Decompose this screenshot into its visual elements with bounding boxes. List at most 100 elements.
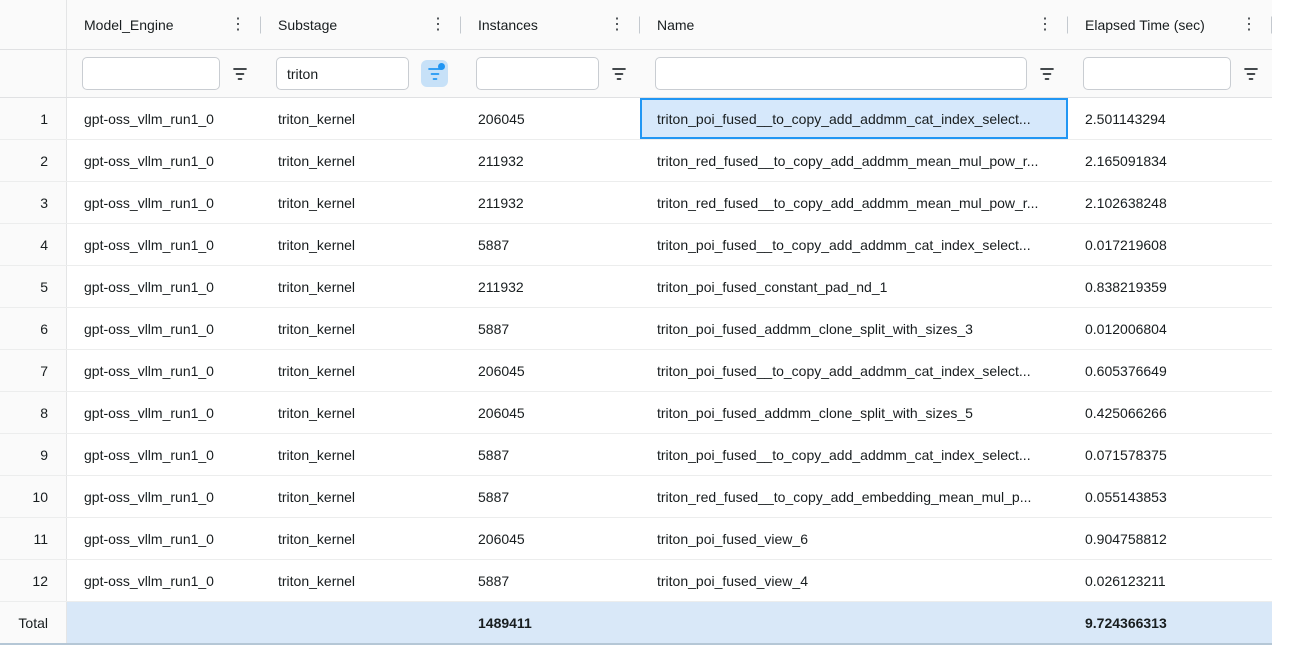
- cell-instances[interactable]: 5887: [461, 560, 640, 601]
- cell-instances[interactable]: 211932: [461, 182, 640, 223]
- column-header-elapsed-time[interactable]: Elapsed Time (sec) ⋮: [1068, 0, 1272, 49]
- cell-instances[interactable]: 206045: [461, 98, 640, 139]
- cell-substage[interactable]: triton_kernel: [261, 308, 461, 349]
- cell-instances[interactable]: 5887: [461, 476, 640, 517]
- cell-model-engine[interactable]: gpt-oss_vllm_run1_0: [67, 140, 261, 181]
- cell-model-engine[interactable]: gpt-oss_vllm_run1_0: [67, 224, 261, 265]
- cell-model-engine[interactable]: gpt-oss_vllm_run1_0: [67, 350, 261, 391]
- cell-instances[interactable]: 206045: [461, 350, 640, 391]
- filter-icon[interactable]: [232, 67, 248, 81]
- filter-input-elapsed-time[interactable]: [1083, 57, 1231, 90]
- cell-name[interactable]: triton_red_fused__to_copy_add_addmm_mean…: [640, 140, 1068, 181]
- filter-row: [0, 50, 1272, 98]
- cell-instances[interactable]: 206045: [461, 392, 640, 433]
- cell-elapsed-time[interactable]: 0.017219608: [1068, 224, 1272, 265]
- cell-instances[interactable]: 5887: [461, 434, 640, 475]
- cell-instances[interactable]: 211932: [461, 140, 640, 181]
- cell-name[interactable]: triton_poi_fused_view_4: [640, 560, 1068, 601]
- cell-elapsed-time[interactable]: 0.071578375: [1068, 434, 1272, 475]
- row-number: 6: [0, 308, 67, 349]
- filter-icon[interactable]: [611, 67, 627, 81]
- cell-elapsed-time[interactable]: 2.165091834: [1068, 140, 1272, 181]
- column-menu-icon[interactable]: ⋮: [230, 17, 246, 33]
- cell-substage[interactable]: triton_kernel: [261, 182, 461, 223]
- cell-name[interactable]: triton_poi_fused__to_copy_add_addmm_cat_…: [640, 434, 1068, 475]
- cell-substage[interactable]: triton_kernel: [261, 560, 461, 601]
- cell-elapsed-time[interactable]: 0.012006804: [1068, 308, 1272, 349]
- cell-elapsed-time[interactable]: 0.605376649: [1068, 350, 1272, 391]
- filter-input-instances[interactable]: [476, 57, 599, 90]
- cell-elapsed-time[interactable]: 0.838219359: [1068, 266, 1272, 307]
- row-number: 1: [0, 98, 67, 139]
- cell-name[interactable]: triton_poi_fused__to_copy_add_addmm_cat_…: [640, 350, 1068, 391]
- cell-name[interactable]: triton_red_fused__to_copy_add_embedding_…: [640, 476, 1068, 517]
- cell-name[interactable]: triton_red_fused__to_copy_add_addmm_mean…: [640, 182, 1068, 223]
- cell-name[interactable]: triton_poi_fused__to_copy_add_addmm_cat_…: [640, 224, 1068, 265]
- cell-model-engine[interactable]: gpt-oss_vllm_run1_0: [67, 182, 261, 223]
- cell-elapsed-time[interactable]: 0.055143853: [1068, 476, 1272, 517]
- filter-input-model-engine[interactable]: [82, 57, 220, 90]
- table-row: 6gpt-oss_vllm_run1_0triton_kernel5887tri…: [0, 308, 1272, 350]
- cell-elapsed-time[interactable]: 2.501143294: [1068, 98, 1272, 139]
- row-number: 11: [0, 518, 67, 559]
- cell-instances[interactable]: 211932: [461, 266, 640, 307]
- row-number: 3: [0, 182, 67, 223]
- row-number: 8: [0, 392, 67, 433]
- filter-icon[interactable]: [1243, 67, 1259, 81]
- table-row: 11gpt-oss_vllm_run1_0triton_kernel206045…: [0, 518, 1272, 560]
- cell-model-engine[interactable]: gpt-oss_vllm_run1_0: [67, 434, 261, 475]
- table-row: 9gpt-oss_vllm_run1_0triton_kernel5887tri…: [0, 434, 1272, 476]
- cell-substage[interactable]: triton_kernel: [261, 518, 461, 559]
- cell-instances[interactable]: 5887: [461, 224, 640, 265]
- cell-name[interactable]: triton_poi_fused_addmm_clone_split_with_…: [640, 392, 1068, 433]
- column-label: Substage: [278, 17, 337, 33]
- column-menu-icon[interactable]: ⋮: [609, 17, 625, 33]
- column-menu-icon[interactable]: ⋮: [1037, 17, 1053, 33]
- filter-input-name[interactable]: [655, 57, 1027, 90]
- cell-substage[interactable]: triton_kernel: [261, 224, 461, 265]
- cell-name[interactable]: triton_poi_fused_constant_pad_nd_1: [640, 266, 1068, 307]
- cell-elapsed-time[interactable]: 0.904758812: [1068, 518, 1272, 559]
- cell-model-engine[interactable]: gpt-oss_vllm_run1_0: [67, 560, 261, 601]
- cell-model-engine[interactable]: gpt-oss_vllm_run1_0: [67, 518, 261, 559]
- column-header-name[interactable]: Name ⋮: [640, 0, 1068, 49]
- filter-cell-model-engine: [67, 50, 261, 97]
- cell-name[interactable]: triton_poi_fused_addmm_clone_split_with_…: [640, 308, 1068, 349]
- table-row: 7gpt-oss_vllm_run1_0triton_kernel206045t…: [0, 350, 1272, 392]
- column-header-instances[interactable]: Instances ⋮: [461, 0, 640, 49]
- cell-model-engine[interactable]: gpt-oss_vllm_run1_0: [67, 308, 261, 349]
- cell-substage[interactable]: triton_kernel: [261, 98, 461, 139]
- filter-icon[interactable]: [1039, 67, 1055, 81]
- cell-substage[interactable]: triton_kernel: [261, 476, 461, 517]
- column-header-substage[interactable]: Substage ⋮: [261, 0, 461, 49]
- cell-elapsed-time[interactable]: 0.425066266: [1068, 392, 1272, 433]
- cell-model-engine[interactable]: gpt-oss_vllm_run1_0: [67, 392, 261, 433]
- cell-instances[interactable]: 206045: [461, 518, 640, 559]
- column-header-model-engine[interactable]: Model_Engine ⋮: [67, 0, 261, 49]
- column-menu-icon[interactable]: ⋮: [430, 17, 446, 33]
- column-label: Name: [657, 17, 694, 33]
- cell-instances[interactable]: 5887: [461, 308, 640, 349]
- cell-substage[interactable]: triton_kernel: [261, 350, 461, 391]
- cell-elapsed-time[interactable]: 2.102638248: [1068, 182, 1272, 223]
- cell-name-selected[interactable]: triton_poi_fused__to_copy_add_addmm_cat_…: [640, 98, 1068, 139]
- cell-elapsed-time[interactable]: 0.026123211: [1068, 560, 1272, 601]
- cell-substage[interactable]: triton_kernel: [261, 434, 461, 475]
- cell-substage[interactable]: triton_kernel: [261, 392, 461, 433]
- table-row: 4gpt-oss_vllm_run1_0triton_kernel5887tri…: [0, 224, 1272, 266]
- cell-model-engine[interactable]: gpt-oss_vllm_run1_0: [67, 266, 261, 307]
- column-menu-icon[interactable]: ⋮: [1241, 17, 1257, 33]
- filter-cell-name: [640, 50, 1068, 97]
- cell-model-engine[interactable]: gpt-oss_vllm_run1_0: [67, 98, 261, 139]
- row-number: 2: [0, 140, 67, 181]
- cell-model-engine[interactable]: gpt-oss_vllm_run1_0: [67, 476, 261, 517]
- active-filter-icon[interactable]: [421, 60, 448, 87]
- cell-substage[interactable]: triton_kernel: [261, 140, 461, 181]
- header-gutter: [0, 0, 67, 49]
- filter-cell-substage: [261, 50, 461, 97]
- filter-input-substage[interactable]: [276, 57, 409, 90]
- row-number: 5: [0, 266, 67, 307]
- column-separator: [1271, 16, 1272, 33]
- cell-substage[interactable]: triton_kernel: [261, 266, 461, 307]
- cell-name[interactable]: triton_poi_fused_view_6: [640, 518, 1068, 559]
